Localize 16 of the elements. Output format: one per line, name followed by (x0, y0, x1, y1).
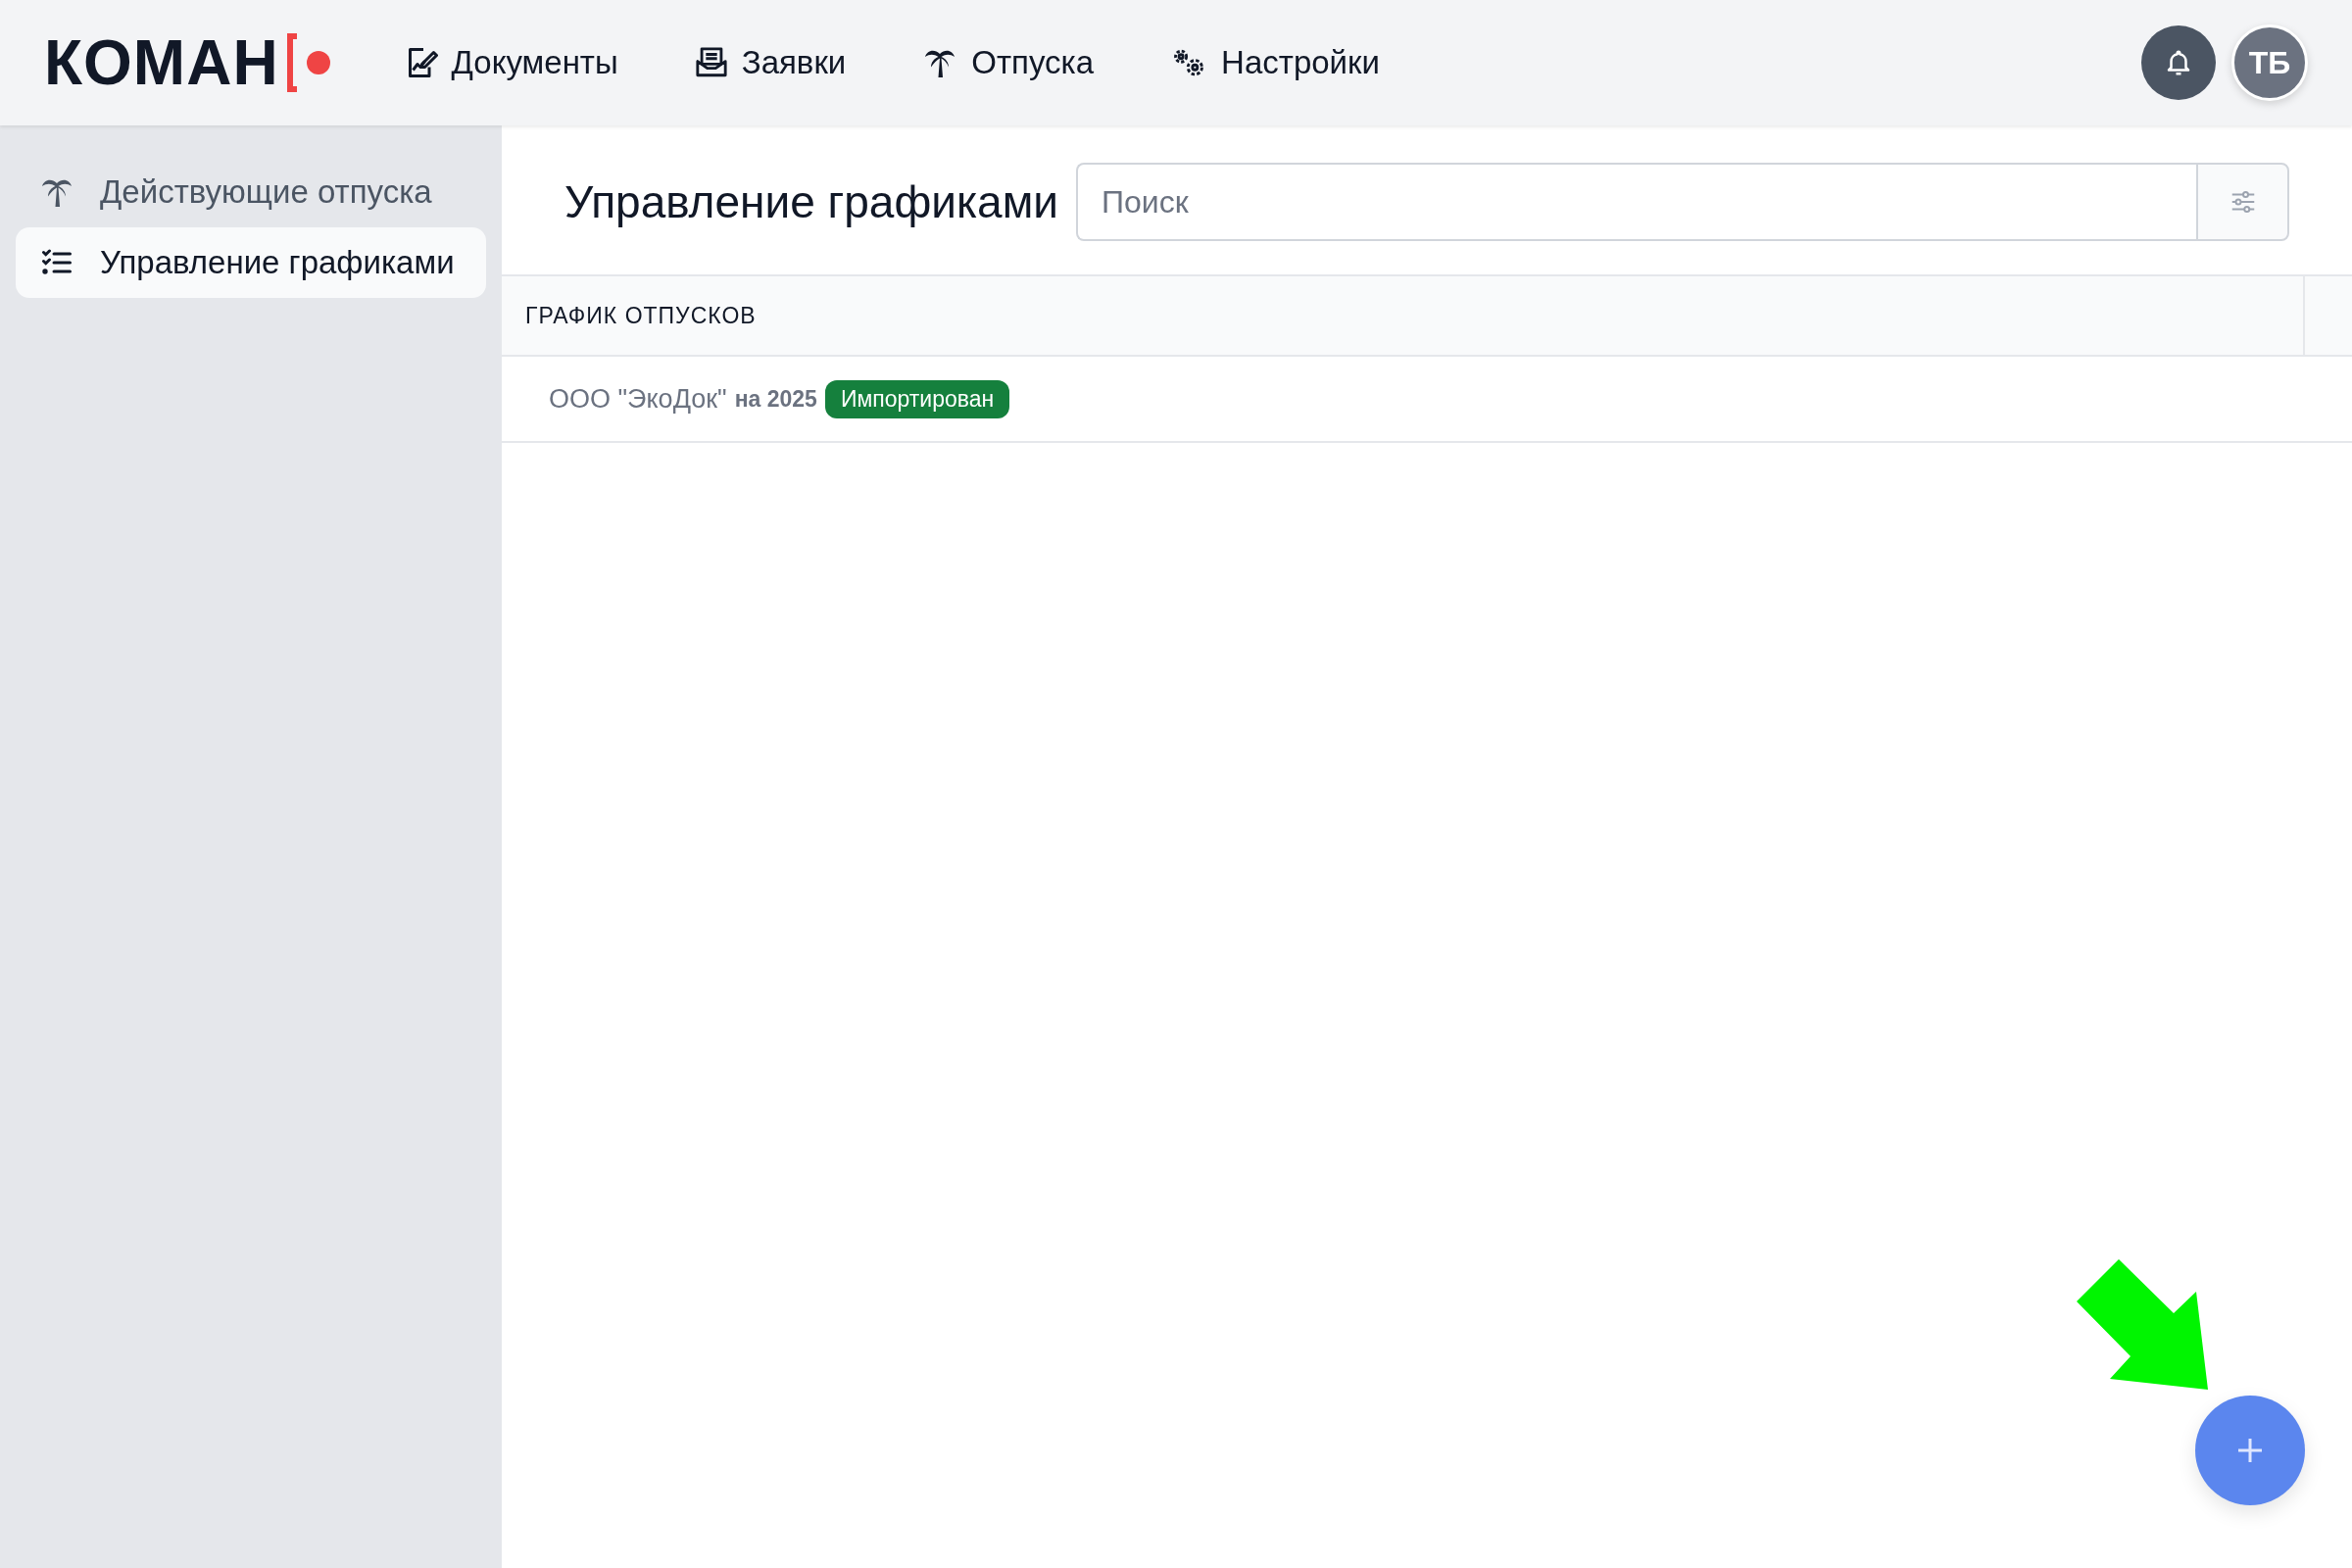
page-title: Управление графиками (564, 175, 1059, 228)
sidebar-item[interactable]: Управление графиками (16, 227, 486, 298)
user-avatar[interactable]: ТБ (2231, 24, 2308, 101)
nav-link[interactable]: Отпуска (922, 44, 1095, 81)
nav-link[interactable]: Заявки (694, 44, 847, 81)
schedule-name[interactable]: ООО "ЭкоДок" (549, 383, 727, 415)
logo-text: КОМАН (44, 26, 279, 99)
search-field[interactable]: Поиск (1076, 163, 2196, 241)
inbox-icon (694, 46, 728, 79)
schedule-year: на 2025 (734, 385, 817, 413)
plus-icon (2236, 1437, 2264, 1464)
status-badge: Импортирован (824, 379, 1010, 418)
sidebar-item[interactable]: Действующие отпуска (16, 157, 486, 227)
nav-link[interactable]: Настройки (1170, 44, 1380, 81)
column-header: ГРАФИК ОТПУСКОВ (524, 301, 758, 330)
nav-link[interactable]: Документы (402, 44, 618, 81)
